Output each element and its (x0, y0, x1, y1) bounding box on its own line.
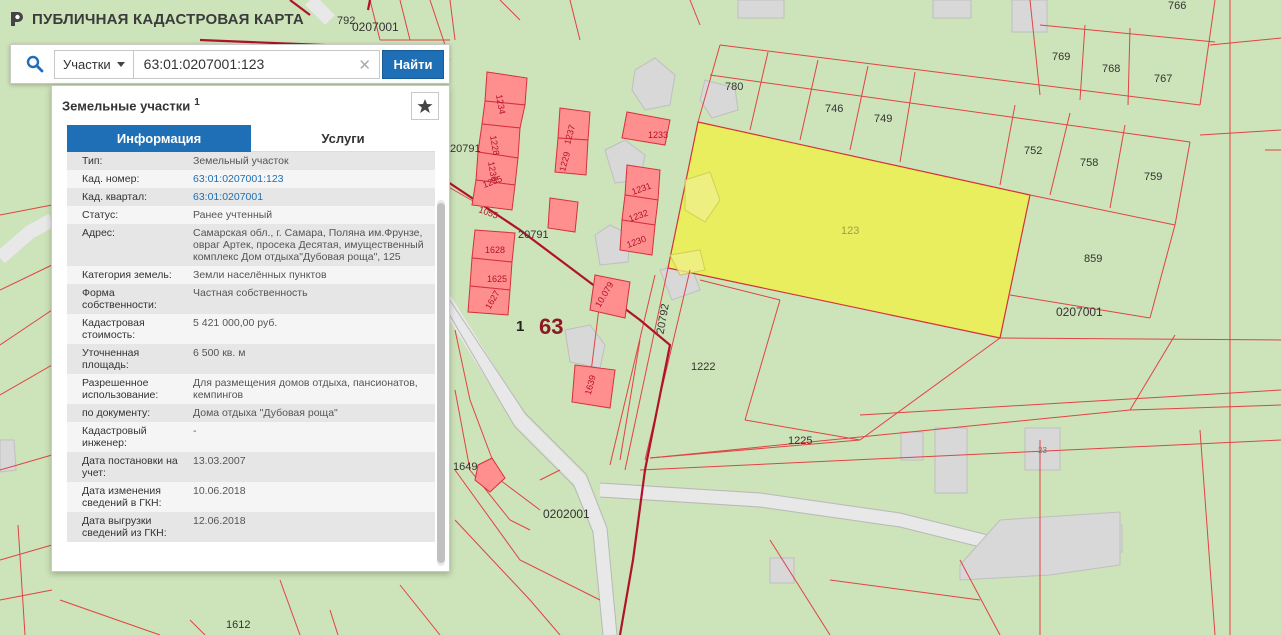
table-row: Уточненная площадь: 6 500 кв. м (67, 344, 435, 374)
map-label: 1612 (226, 619, 250, 631)
map-label: 1628 (485, 245, 505, 255)
star-icon (417, 99, 433, 113)
clear-icon[interactable]: ✕ (358, 56, 371, 74)
scrollbar-thumb[interactable] (437, 203, 445, 563)
parcel-info-panel: Земельные участки 1 Информация Услуги Тип… (51, 85, 450, 572)
row-key: Тип: (82, 155, 103, 167)
row-key: Статус: (82, 209, 119, 221)
cadastral-quarter-link[interactable]: 63:01:0207001 (187, 188, 435, 206)
row-key: Разрешенное использование: (82, 377, 159, 401)
map-label: 20791 (450, 143, 481, 155)
panel-title-text: Земельные участки (62, 98, 191, 114)
row-key: Дата выгрузки сведений из ГКН: (82, 515, 167, 539)
row-value: Земли населённых пунктов (193, 269, 327, 281)
row-key: Кадастровый инженер: (82, 425, 147, 449)
row-key: Кад. номер: (82, 173, 140, 185)
table-row: Дата выгрузки сведений из ГКН: 12.06.2018 (67, 512, 435, 542)
row-value: 13.03.2007 (193, 455, 246, 467)
search-type-select[interactable]: Участки (54, 49, 134, 79)
search-input-value: 63:01:0207001:123 (143, 56, 265, 72)
map-label: 1625 (487, 274, 507, 284)
table-row: Дата постановки на учет: 13.03.2007 (67, 452, 435, 482)
table-row: Категория земель: Земли населённых пункто… (67, 266, 435, 284)
attributes-table: Тип: Земельный участок Кад. номер: 63:01:0… (67, 152, 435, 560)
map-label: 0207001 (352, 20, 399, 34)
table-row: Адрес: Самарская обл., г. Самара, Поляна … (67, 224, 435, 266)
map-label: 20791 (518, 229, 549, 241)
map-label: 746 (825, 103, 843, 115)
row-key: Дата изменения сведений в ГКН: (82, 485, 162, 509)
row-key: Категория земель: (82, 269, 172, 281)
table-row: Кадастровый инженер: - (67, 422, 435, 452)
cadastral-number-link[interactable]: 63:01:0207001:123 (187, 170, 435, 188)
row-value: Частная собственность (193, 287, 308, 299)
map-label: 780 (725, 81, 743, 93)
app-logo-icon (11, 12, 23, 26)
chevron-down-icon (116, 61, 125, 67)
row-key: Дата постановки на учет: (82, 455, 178, 479)
panel-tabs: Информация Услуги (67, 125, 435, 152)
map-label: 0202001 (543, 507, 590, 521)
map-label: 749 (874, 113, 892, 125)
row-key: по документу: (82, 407, 151, 419)
row-key: Форма собственности: (82, 287, 157, 311)
row-key: Адрес: (82, 227, 115, 239)
map-label: 768 (1102, 63, 1120, 75)
map-label: 1233 (648, 130, 668, 140)
search-bar: Участки 63:01:0207001:123 ✕ Найти (10, 44, 450, 84)
map-label: 0207001 (1056, 305, 1103, 319)
app-title: ПУБЛИЧНАЯ КАДАСТРОВАЯ КАРТА (32, 10, 304, 28)
table-row: Тип: Земельный участок (67, 152, 435, 170)
table-row: Кад. номер: 63:01:0207001:123 (67, 170, 435, 188)
row-key: Кад. квартал: (82, 191, 147, 203)
find-button[interactable]: Найти (382, 49, 444, 79)
favorite-button[interactable] (411, 92, 439, 120)
map-label: 1 (516, 318, 524, 335)
table-row: Разрешенное использование: Для размещения… (67, 374, 435, 404)
row-value: 12.06.2018 (193, 515, 246, 527)
row-value: - (193, 425, 197, 437)
map-label: 769 (1052, 51, 1070, 63)
row-value: Дома отдыха "Дубовая роща" (193, 407, 338, 419)
map-label: 766 (1168, 0, 1186, 12)
row-value: Ранее учтенный (193, 209, 273, 221)
search-input[interactable]: 63:01:0207001:123 ✕ (133, 49, 380, 79)
map-label: 752 (1024, 145, 1042, 157)
search-type-label: Участки (63, 56, 111, 72)
map-label: 859 (1084, 253, 1102, 265)
map-label: 1222 (691, 361, 715, 373)
table-row: Кадастровая стоимость: 5 421 000,00 руб. (67, 314, 435, 344)
row-key: Кадастровая стоимость: (82, 317, 145, 341)
result-count: 1 (194, 96, 200, 108)
quarter-number: 63 (539, 314, 563, 339)
row-value: Земельный участок (193, 155, 289, 167)
row-value: Самарская обл., г. Самара, Поляна им.Фру… (193, 227, 424, 263)
panel-header: Земельные участки 1 (52, 86, 449, 124)
map-label: 1225 (788, 435, 812, 447)
map-label: 1649 (453, 461, 477, 473)
map-label: 23 (1038, 446, 1047, 455)
row-value: 5 421 000,00 руб. (193, 317, 278, 329)
row-value: Для размещения домов отдыха, пансионатов… (193, 377, 418, 401)
app-header: ПУБЛИЧНАЯ КАДАСТРОВАЯ КАРТА (8, 8, 304, 30)
table-row: по документу: Дома отдыха "Дубовая роща" (67, 404, 435, 422)
row-value: 10.06.2018 (193, 485, 246, 497)
tab-services[interactable]: Услуги (251, 125, 435, 152)
search-toggle-button[interactable] (16, 49, 54, 79)
table-row: Дата изменения сведений в ГКН: 10.06.2018 (67, 482, 435, 512)
map-label: 767 (1154, 73, 1172, 85)
table-row: Статус: Ранее учтенный (67, 206, 435, 224)
tab-information[interactable]: Информация (67, 125, 251, 152)
search-icon (26, 55, 44, 73)
map-label: 759 (1144, 171, 1162, 183)
row-key: Уточненная площадь: (82, 347, 140, 371)
table-row: Форма собственности: Частная собственност… (67, 284, 435, 314)
map-label: 123 (841, 225, 859, 237)
table-row: Кад. квартал: 63:01:0207001 (67, 188, 435, 206)
panel-title: Земельные участки 1 (62, 97, 200, 113)
map-label: 758 (1080, 157, 1098, 169)
panel-scrollbar[interactable] (437, 200, 445, 566)
row-value: 6 500 кв. м (193, 347, 246, 359)
